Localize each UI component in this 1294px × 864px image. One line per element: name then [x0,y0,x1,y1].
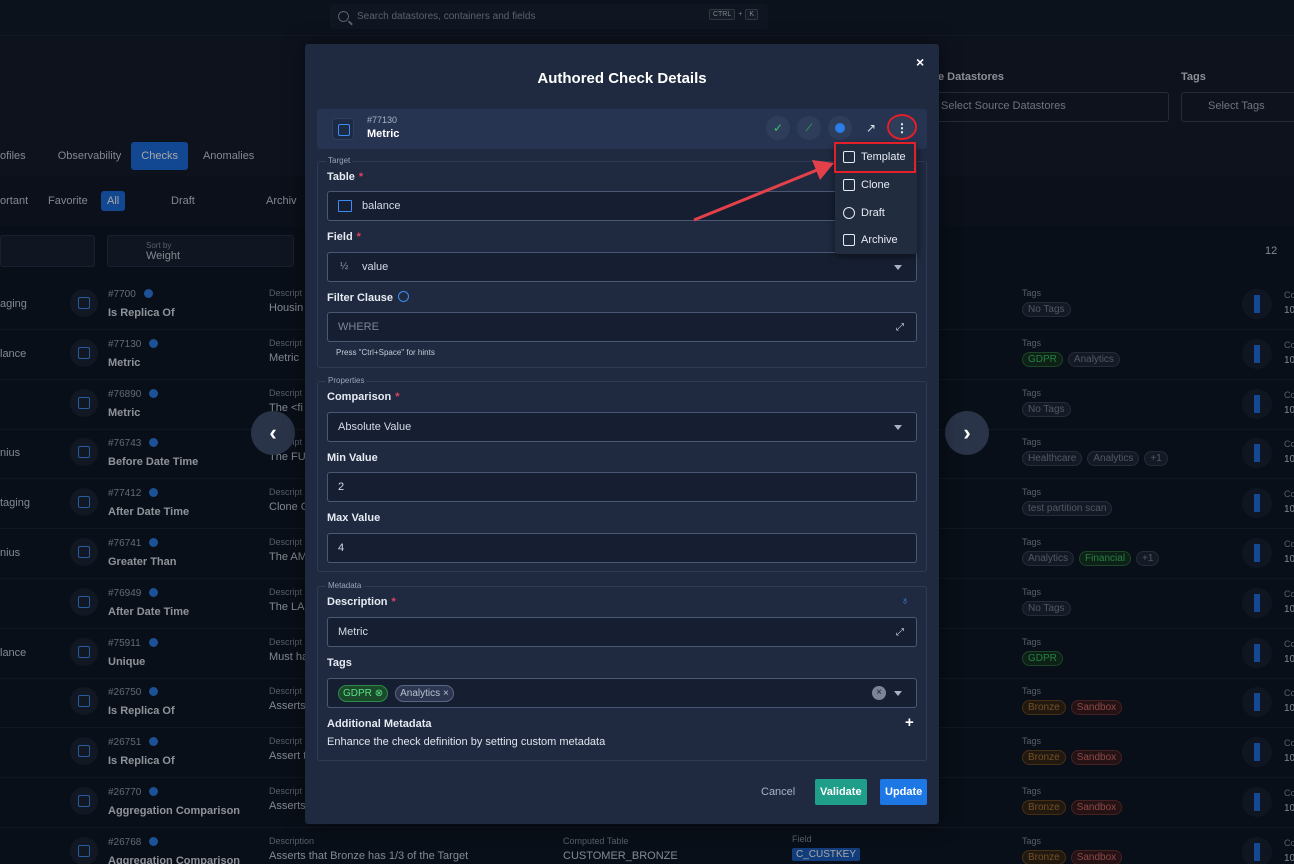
annotation-arrow [693,160,834,222]
